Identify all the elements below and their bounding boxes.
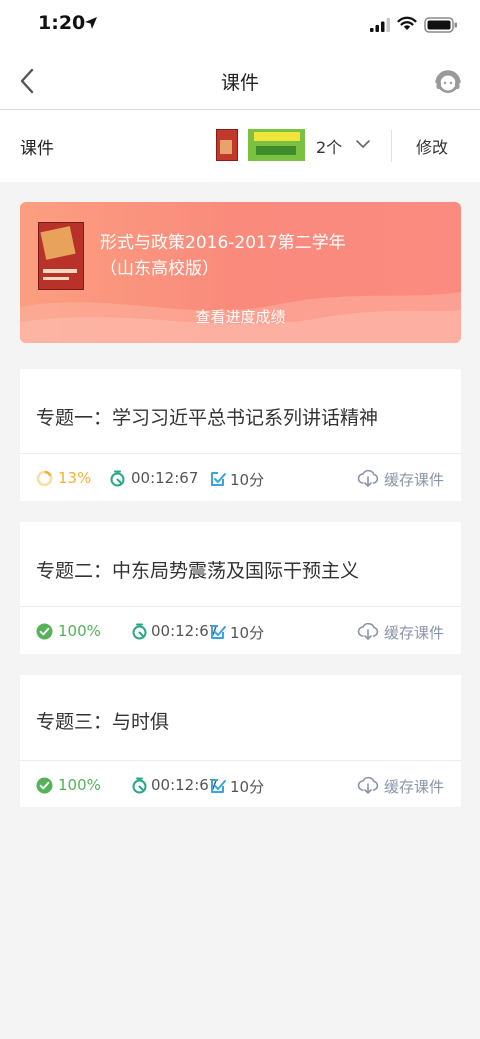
course-banner[interactable]: 形式与政策2016-2017第二学年 （山东高校版） 查看进度成绩	[20, 202, 461, 343]
course-cover-image	[38, 222, 84, 290]
status-time: 1:20	[38, 12, 86, 34]
edit-score-icon	[211, 625, 226, 639]
course-thumbnail-1[interactable]	[216, 129, 238, 161]
course-label: 课件	[20, 139, 54, 159]
topic-title[interactable]: 专题三：与时俱	[36, 707, 169, 734]
banner-title-line1: 形式与政策2016-2017第二学年	[100, 233, 346, 253]
customer-service-icon[interactable]	[434, 68, 462, 96]
topic-meta-row: 100% 00:12:67 10分 缓存课件	[20, 608, 461, 654]
edit-score-icon	[211, 779, 226, 793]
banner-course-title: 形式与政策2016-2017第二学年 （山东高校版）	[100, 230, 450, 282]
check-circle-icon	[36, 777, 53, 794]
progress-percent: 100%	[58, 622, 101, 640]
topic-meta-row: 13% 00:12:67 10分 缓存课件	[20, 455, 461, 501]
topic-meta-row: 100% 00:12:67 10分 缓存课件	[20, 762, 461, 808]
cache-courseware-button[interactable]: 缓存课件	[384, 776, 444, 797]
cloud-download-icon[interactable]	[357, 621, 379, 641]
divider	[391, 130, 392, 162]
cloud-download-icon[interactable]	[357, 468, 379, 488]
duration-text: 00:12:67	[151, 622, 219, 640]
stopwatch-icon	[132, 623, 147, 640]
course-count[interactable]: 2个	[316, 134, 342, 158]
navigation-bar: 课件	[0, 52, 480, 110]
stopwatch-icon	[132, 777, 147, 794]
topic-title[interactable]: 专题一：学习习近平总书记系列讲话精神	[36, 403, 378, 430]
duration-text: 00:12:67	[131, 469, 199, 487]
cellular-signal-icon	[370, 18, 390, 32]
cache-courseware-button[interactable]: 缓存课件	[384, 622, 444, 643]
topic-card[interactable]: 专题二：中东局势震荡及国际干预主义 100% 00:12:67 10分 缓存课件	[20, 522, 461, 654]
status-bar: 1:20	[0, 0, 480, 52]
topic-card[interactable]: 专题一：学习习近平总书记系列讲话精神 13% 00:12:67 10分 缓存课件	[20, 369, 461, 501]
score-text: 10分	[230, 624, 265, 642]
progress-percent: 13%	[58, 469, 92, 487]
divider	[20, 606, 461, 607]
progress-ring-icon	[36, 470, 53, 487]
divider	[20, 453, 461, 454]
cache-courseware-button[interactable]: 缓存课件	[384, 469, 444, 490]
divider	[20, 760, 461, 761]
view-progress-link[interactable]: 查看进度成绩	[20, 306, 461, 327]
check-circle-icon	[36, 623, 53, 640]
edit-score-icon	[211, 472, 226, 486]
cloud-download-icon[interactable]	[357, 775, 379, 795]
score-text: 10分	[230, 471, 265, 489]
course-selector-bar: 课件 2个 修改	[0, 110, 480, 182]
stopwatch-icon	[110, 470, 125, 487]
course-thumbnail-2[interactable]	[248, 129, 305, 161]
wifi-icon	[397, 16, 417, 30]
banner-title-line2: （山东高校版）	[100, 259, 219, 279]
topic-title[interactable]: 专题二：中东局势震荡及国际干预主义	[36, 556, 359, 583]
duration-text: 00:12:67	[151, 776, 219, 794]
edit-button[interactable]: 修改	[416, 134, 448, 158]
topic-card[interactable]: 专题三：与时俱 100% 00:12:67 10分 缓存课件	[20, 675, 461, 807]
page-title: 课件	[220, 72, 259, 94]
battery-icon	[424, 17, 457, 33]
score-text: 10分	[230, 778, 265, 796]
chevron-down-icon[interactable]	[355, 138, 371, 150]
progress-percent: 100%	[58, 776, 101, 794]
location-arrow-icon	[85, 17, 97, 29]
